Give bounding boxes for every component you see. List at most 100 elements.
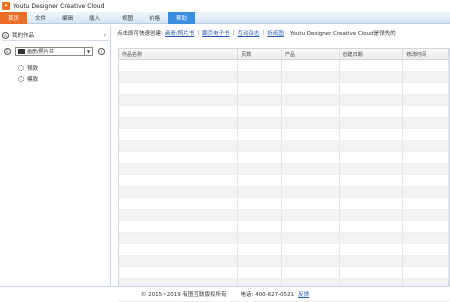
footer: © 2015~2019 有图互联版权所有 电话: 400-627-0521 反馈 [0, 286, 450, 300]
gear-icon [18, 75, 24, 82]
table-cell [238, 267, 282, 278]
phone-text: 电话: 400-627-0521 [240, 291, 295, 298]
table-cell [282, 117, 340, 128]
menu-home[interactable]: 首页 [0, 12, 28, 24]
table-cell [119, 198, 239, 209]
table-cell [119, 106, 239, 117]
table-row[interactable] [119, 198, 449, 210]
category-select-value: 画册/照片书 [27, 49, 54, 55]
table-cell [238, 209, 282, 220]
info-icon[interactable]: i [98, 48, 105, 55]
promo-text: Youtu Designer Creative Cloud是领先的 [289, 31, 396, 37]
table-cell [340, 209, 404, 220]
table-cell [119, 232, 239, 243]
folder-icon [18, 49, 25, 54]
table-row[interactable] [119, 94, 449, 106]
menu-file[interactable]: 文件 [27, 12, 54, 24]
table-cell [403, 94, 449, 105]
table-row[interactable] [119, 60, 449, 72]
table-cell [238, 221, 282, 232]
table-row[interactable] [119, 175, 449, 187]
table-cell [238, 117, 282, 128]
table-cell [238, 244, 282, 255]
table-row[interactable] [119, 244, 449, 256]
table-row[interactable] [119, 267, 449, 279]
table-cell [340, 117, 404, 128]
separator: | [262, 30, 265, 36]
menu-insert[interactable]: 插入 [81, 12, 108, 24]
table-cell [403, 163, 449, 174]
table-cell [119, 163, 239, 174]
table-cell [238, 152, 282, 163]
chevron-down-icon[interactable]: ▼ [84, 48, 92, 55]
table-cell [340, 198, 404, 209]
menu-help[interactable]: 帮助 [168, 12, 196, 24]
tree-item-template[interactable]: 模款 [18, 74, 38, 83]
table-row[interactable] [119, 129, 449, 141]
table-row[interactable] [119, 83, 449, 95]
table-row[interactable] [119, 140, 449, 152]
table-cell [403, 117, 449, 128]
table-row[interactable] [119, 117, 449, 129]
link-photo-book[interactable]: 画册/照片书 [165, 29, 194, 37]
table-cell [403, 71, 449, 82]
table-cell [238, 140, 282, 151]
table-cell [282, 255, 340, 266]
table-cell [340, 175, 404, 186]
table-row[interactable] [119, 209, 449, 221]
table-cell [119, 186, 239, 197]
table-cell [282, 83, 340, 94]
table-body [119, 60, 449, 302]
table-cell [119, 267, 239, 278]
category-select[interactable]: 画册/照片书 ▼ [15, 47, 93, 56]
menu-bar: 首页 文件 编辑 插入 视图 价格 帮助 [0, 12, 450, 24]
table-cell [238, 255, 282, 266]
table-cell [340, 83, 404, 94]
table-cell [238, 129, 282, 140]
table-cell [403, 129, 449, 140]
table-cell [119, 60, 239, 71]
tree-item-preset[interactable]: 预款 [18, 63, 38, 72]
table-row[interactable] [119, 232, 449, 244]
copyright-text: © 2015~2019 有图互联版权所有 [140, 291, 227, 298]
tree-item-label: 预款 [27, 65, 39, 72]
menu-price[interactable]: 价格 [141, 12, 168, 24]
link-fold-page[interactable]: 折纸图 [267, 29, 284, 37]
table-row[interactable] [119, 255, 449, 267]
table-cell [340, 221, 404, 232]
menu-view[interactable]: 视图 [114, 12, 141, 24]
table-row[interactable] [119, 152, 449, 164]
table-cell [119, 117, 239, 128]
table-row[interactable] [119, 71, 449, 83]
table-row[interactable] [119, 106, 449, 118]
works-icon: ⊙ [2, 31, 9, 39]
table-cell [340, 129, 404, 140]
table-cell [119, 129, 239, 140]
table-cell [403, 175, 449, 186]
table-cell [238, 186, 282, 197]
table-cell [238, 71, 282, 82]
table-cell [282, 60, 340, 71]
menu-edit[interactable]: 编辑 [54, 12, 81, 24]
table-cell [282, 106, 340, 117]
table-cell [282, 175, 340, 186]
table-cell [340, 244, 404, 255]
table-cell [340, 267, 404, 278]
column-header-pages[interactable]: 页数 [238, 49, 282, 60]
window-title: Youtu Designer Creative Cloud [13, 2, 105, 10]
column-header-product[interactable]: 产品 [282, 49, 340, 60]
feedback-link[interactable]: 反馈 [298, 290, 309, 298]
link-flip-ebook[interactable]: 翻页电子书 [202, 29, 230, 37]
table-cell [238, 175, 282, 186]
sidebar-my-works[interactable]: ⊙ 我的作品 › [2, 30, 108, 41]
column-header-name[interactable]: 作品名称 [119, 49, 239, 60]
link-interactive-magazine[interactable]: 互动杂志 [237, 29, 259, 37]
table-row[interactable] [119, 163, 449, 175]
table-cell [238, 60, 282, 71]
table-row[interactable] [119, 221, 449, 233]
column-header-created[interactable]: 创建日期 [340, 49, 404, 60]
separator: | [232, 30, 235, 36]
table-row[interactable] [119, 186, 449, 198]
main-panel: 点击即可快速创建: 画册/照片书 | 翻页电子书 | 互动杂志 | 折纸图 Yo… [112, 25, 450, 302]
column-header-modified[interactable]: 修改时间 [403, 49, 449, 60]
